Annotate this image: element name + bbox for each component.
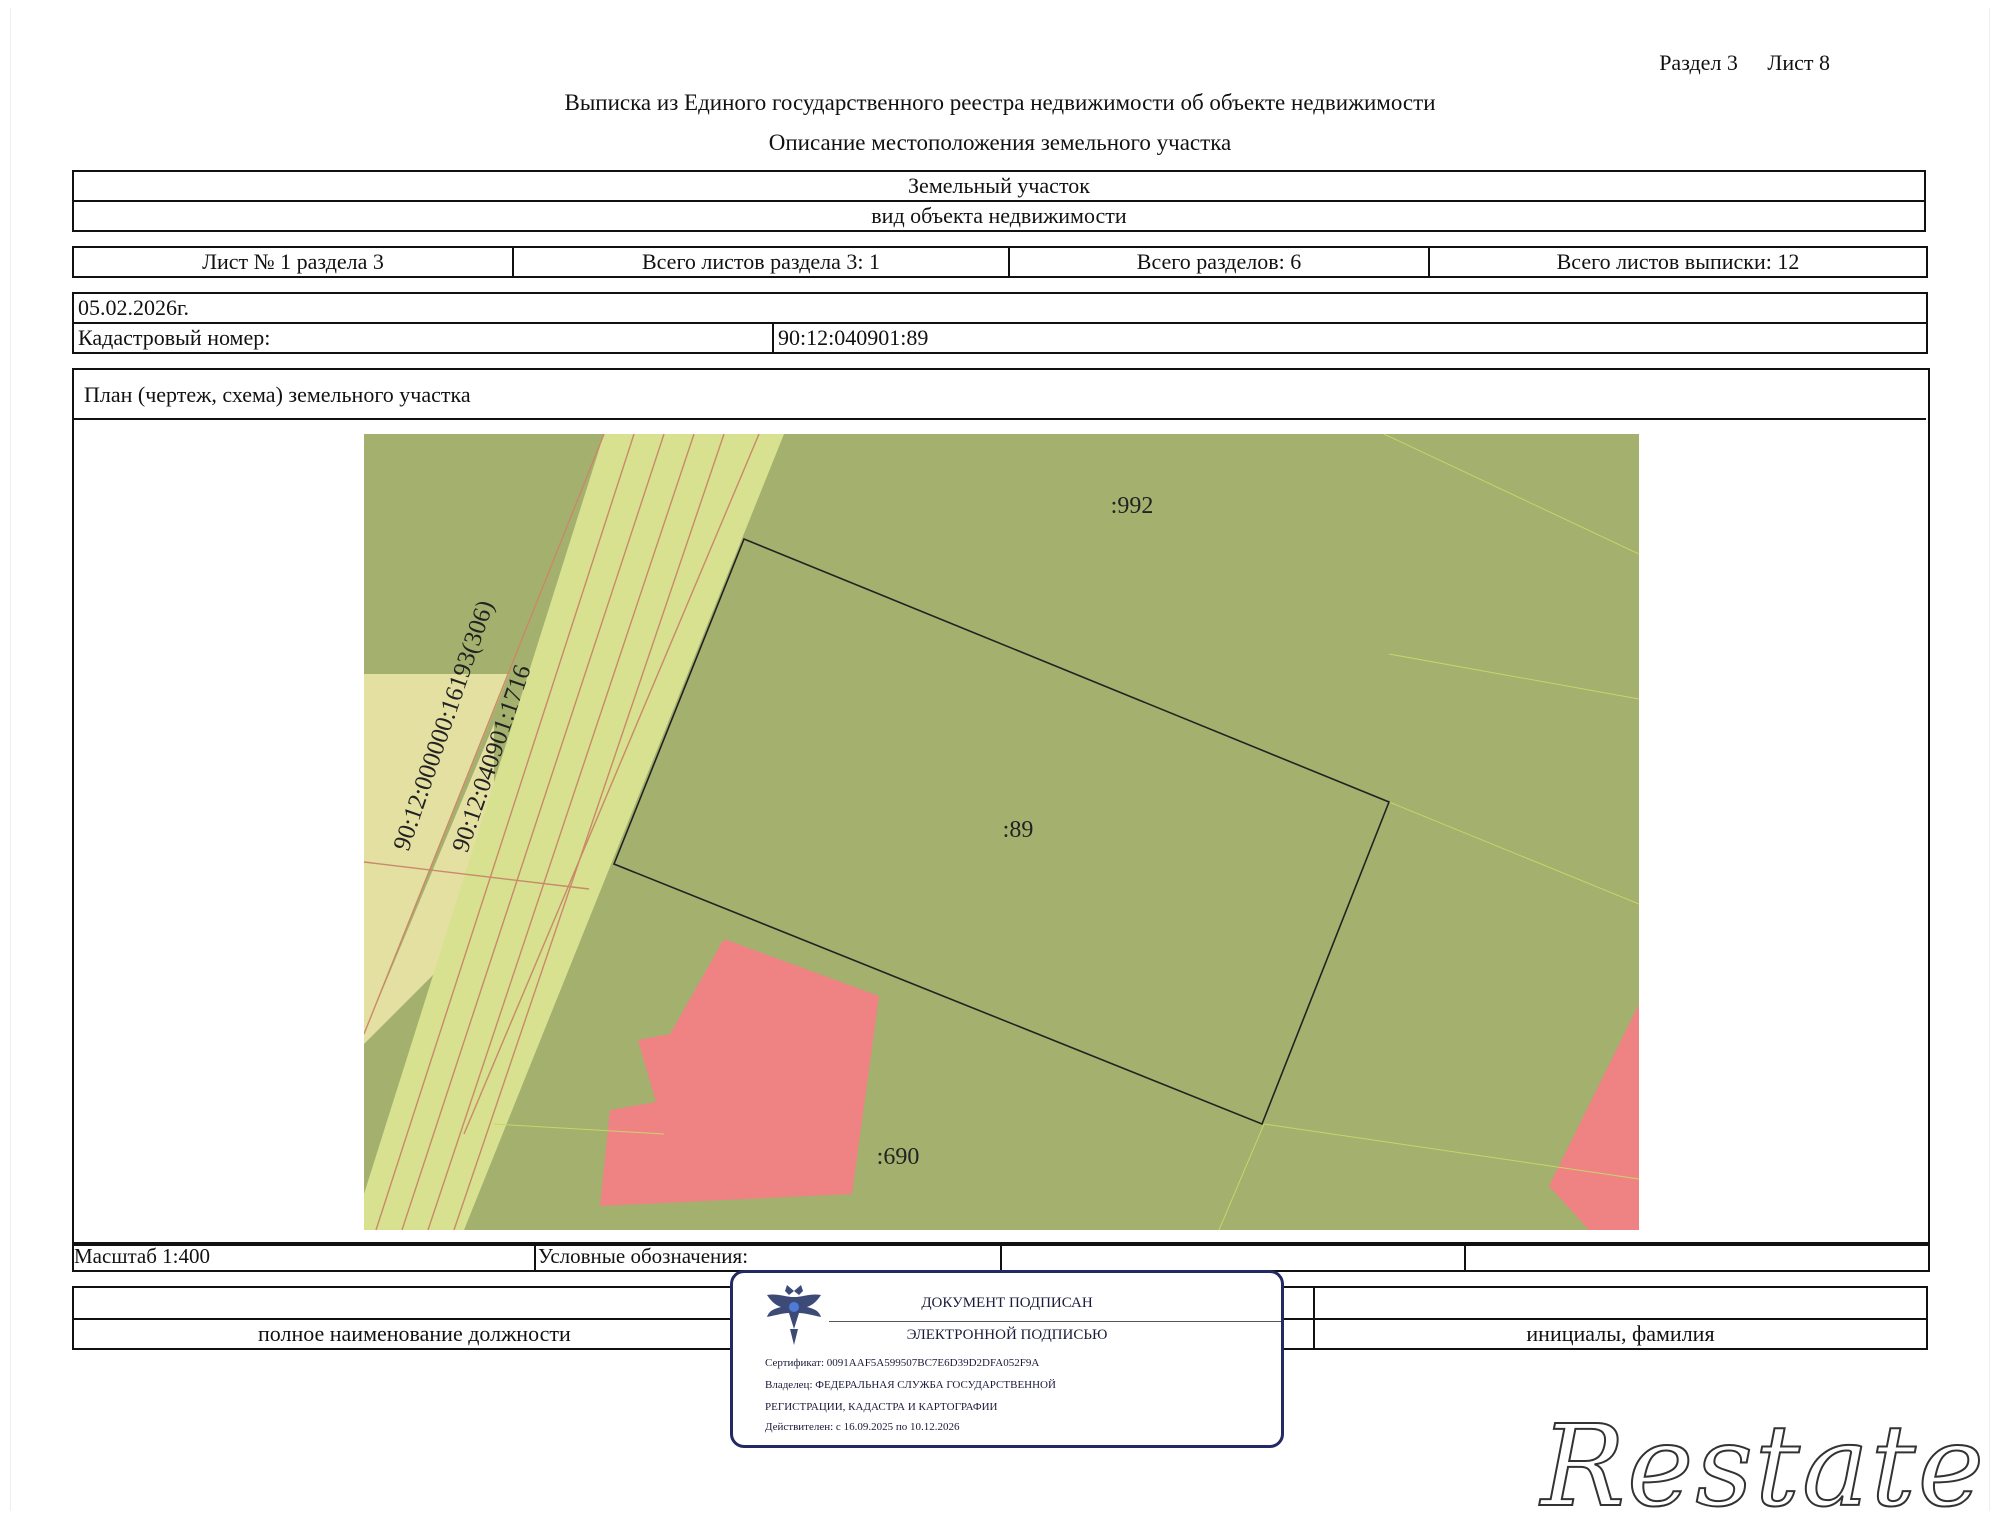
legend-label: Условные обозначения: [538,1244,749,1268]
legend-divider [534,1242,536,1270]
sheets-table: Лист № 1 раздела 3 Всего листов раздела … [72,246,1928,278]
record-date: 05.02.2026г. [71,292,1929,324]
scale-label: Масштаб 1:400 [74,1244,211,1268]
object-type-caption: вид объекта недвижимости [72,200,1926,232]
total-sections: Всего разделов: 6 [1008,246,1430,278]
object-type-table: Земельный участок вид объекта недвижимос… [72,170,1926,232]
document-title: Выписка из Единого государственного реес… [564,90,1436,115]
total-section-sheets: Всего листов раздела 3: 1 [512,246,1010,278]
cadastral-map: :992 :89 :690 90:12:000000:16193(306) 90… [364,434,1639,1230]
total-extract-sheets: Всего листов выписки: 12 [1428,246,1928,278]
legend-divider [1464,1242,1466,1270]
parcel-89-label: :89 [1003,817,1034,843]
section-sheet-indicator: Раздел 3 Лист 8 [1635,50,1830,76]
name-caption: инициалы, фамилия [1313,1318,1928,1350]
parcel-690-label: :690 [877,1144,920,1170]
stamp-line-2: ЭЛЕКТРОННОЙ ПОДПИСЬЮ [906,1327,1108,1343]
legend-divider [1000,1242,1002,1270]
restate-watermark: Restate [1540,1401,1986,1532]
sheet-number: Лист № 1 раздела 3 [72,246,514,278]
record-table: 05.02.2026г. Кадастровый номер: 90:12:04… [71,292,1929,354]
stamp-owner-2: РЕГИСТРАЦИИ, КАДАСТРА И КАРТОГРАФИИ [765,1401,998,1413]
object-type: Земельный участок [72,170,1926,202]
e-signature-stamp: ДОКУМЕНТ ПОДПИСАН ЭЛЕКТРОННОЙ ПОДПИСЬЮ С… [730,1270,1284,1448]
stamp-valid-period: Действителен: с 16.09.2025 по 10.12.2026 [765,1421,960,1433]
sheet-label: Лист 8 [1767,50,1830,75]
parcel-992-label: :992 [1111,493,1154,519]
section-label: Раздел 3 [1659,50,1738,75]
stamp-line-1: ДОКУМЕНТ ПОДПИСАН [921,1295,1093,1311]
cadastral-number-label: Кадастровый номер: [72,322,774,354]
stamp-certificate: Сертификат: 0091AAF5A599507BC7E6D39D2DFA… [765,1357,1040,1369]
stamp-owner-1: Владелец: ФЕДЕРАЛЬНАЯ СЛУЖБА ГОСУДАРСТВЕ… [765,1379,1056,1391]
document-subtitle: Описание местоположения земельного участ… [768,130,1232,155]
cadastral-number-value: 90:12:040901:89 [771,322,1929,354]
plan-title: План (чертеж, схема) земельного участка [84,382,471,407]
